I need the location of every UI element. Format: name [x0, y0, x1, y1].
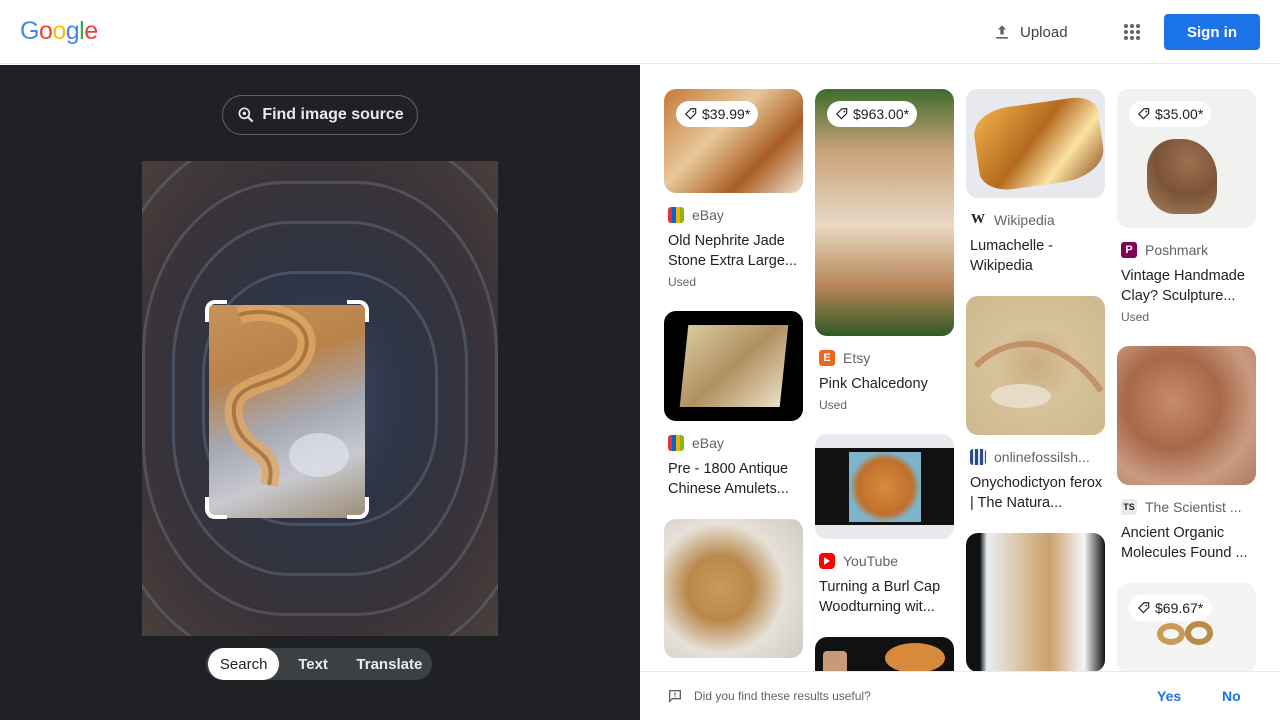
lens-search-icon — [238, 107, 254, 123]
result-card[interactable]: TS The Scientist ... Ancient Organic Mol… — [1117, 346, 1256, 563]
crop-handle-bottom-right[interactable] — [347, 497, 369, 519]
result-card[interactable]: eBay Pre - 1800 Antique Chinese Amulets.… — [664, 311, 803, 499]
feedback-question: Did you find these results useful? — [694, 689, 871, 703]
result-card[interactable] — [815, 637, 954, 671]
result-card[interactable]: $963.00* E Etsy Pink Chalcedony Used — [815, 89, 954, 412]
result-card[interactable] — [664, 519, 803, 658]
result-source: eBay — [668, 435, 803, 451]
price-tag-icon — [1137, 108, 1150, 120]
result-source: TS The Scientist ... — [1121, 499, 1256, 515]
youtube-icon — [819, 553, 835, 569]
result-card[interactable]: $35.00* P Poshmark Vintage Handmade Clay… — [1117, 89, 1256, 324]
query-image-panel: Find image source Search Text Translate — [0, 65, 640, 720]
visual-matches-grid: $39.99* eBay Old Nephrite Jade Stone Ext… — [640, 65, 1280, 671]
ebay-bag-icon — [668, 435, 684, 451]
crop-handle-bottom-left[interactable] — [205, 497, 227, 519]
result-card[interactable]: W Wikipedia Lumachelle - Wikipedia — [966, 89, 1105, 276]
upload-button[interactable]: Upload — [992, 20, 1068, 44]
price-tag-icon — [684, 108, 697, 120]
result-card[interactable]: YouTube Turning a Burl Cap Woodturning w… — [815, 434, 954, 617]
result-title[interactable]: Ancient Organic Molecules Found ... — [1121, 523, 1256, 563]
poshmark-icon: P — [1121, 242, 1137, 258]
ebay-bag-icon — [668, 207, 684, 223]
sign-in-button[interactable]: Sign in — [1164, 14, 1260, 50]
result-card[interactable]: $69.67* — [1117, 583, 1256, 671]
etsy-icon: E — [819, 350, 835, 366]
price-tag-icon — [835, 108, 848, 120]
condition-label: Used — [819, 398, 848, 412]
selected-crop-region[interactable] — [209, 305, 365, 518]
wikipedia-icon: W — [970, 212, 986, 228]
feedback-yes-button[interactable]: Yes — [1157, 688, 1181, 704]
price-badge: $39.99* — [676, 101, 759, 127]
price-badge: $69.67* — [1129, 595, 1212, 621]
condition-label: Used — [1121, 310, 1150, 324]
result-source: W Wikipedia — [970, 212, 1055, 228]
find-image-source-label: Find image source — [262, 106, 404, 123]
crop-handle-top-left[interactable] — [205, 300, 227, 322]
feedback-bar: Did you find these results useful? Yes N… — [640, 671, 1280, 720]
grid-favicon-icon — [970, 449, 986, 465]
upload-label: Upload — [1020, 23, 1068, 41]
result-title[interactable]: Vintage Handmade Clay? Sculpture... — [1121, 266, 1256, 306]
result-thumbnail[interactable] — [1117, 346, 1256, 485]
result-title[interactable]: Pink Chalcedony — [819, 374, 954, 394]
result-thumbnail[interactable] — [664, 311, 803, 421]
google-logo[interactable]: Google — [20, 17, 98, 46]
result-thumbnail[interactable] — [815, 434, 954, 539]
tab-text[interactable]: Text — [279, 648, 346, 680]
result-card[interactable]: onlinefossilsh... Onychodictyon ferox | … — [966, 296, 1105, 513]
result-thumbnail[interactable]: $39.99* — [664, 89, 803, 193]
feedback-no-button[interactable]: No — [1222, 688, 1241, 704]
result-card[interactable] — [966, 533, 1105, 671]
result-thumbnail[interactable]: $963.00* — [815, 89, 954, 336]
price-badge: $35.00* — [1129, 101, 1212, 127]
result-source: E Etsy — [819, 350, 954, 366]
tab-search[interactable]: Search — [208, 648, 280, 680]
result-title[interactable]: Pre - 1800 Antique Chinese Amulets... — [668, 459, 803, 499]
result-thumbnail[interactable] — [815, 637, 954, 671]
result-title[interactable]: Lumachelle - Wikipedia — [970, 236, 1105, 276]
result-thumbnail[interactable] — [966, 89, 1105, 198]
result-title[interactable]: Turning a Burl Cap Woodturning wit... — [819, 577, 954, 617]
condition-label: Used — [668, 275, 697, 289]
result-card[interactable]: $39.99* eBay Old Nephrite Jade Stone Ext… — [664, 89, 803, 289]
mode-tabs: Search Text Translate — [206, 648, 432, 680]
result-thumbnail[interactable] — [966, 533, 1105, 671]
apps-grid-icon[interactable] — [1120, 20, 1144, 44]
price-badge: $963.00* — [827, 101, 918, 127]
ts-icon: TS — [1121, 499, 1137, 515]
tab-translate[interactable]: Translate — [347, 648, 432, 680]
top-bar: Google Upload Sign in — [0, 0, 1280, 64]
crop-handle-top-right[interactable] — [347, 300, 369, 322]
result-thumbnail[interactable] — [966, 296, 1105, 435]
result-source: YouTube — [819, 553, 954, 569]
feedback-icon — [669, 690, 681, 703]
upload-icon — [996, 25, 1008, 39]
find-image-source-button[interactable]: Find image source — [222, 95, 418, 135]
result-source: eBay — [668, 207, 803, 223]
result-thumbnail[interactable]: $35.00* — [1117, 89, 1256, 228]
result-source: P Poshmark — [1121, 242, 1256, 258]
result-title[interactable]: Onychodictyon ferox | The Natura... — [970, 473, 1105, 513]
result-thumbnail[interactable] — [664, 519, 803, 658]
result-title[interactable]: Old Nephrite Jade Stone Extra Large... — [668, 231, 803, 271]
result-source: onlinefossilsh... — [970, 449, 1105, 465]
result-thumbnail[interactable]: $69.67* — [1117, 583, 1256, 671]
price-tag-icon — [1137, 602, 1150, 614]
